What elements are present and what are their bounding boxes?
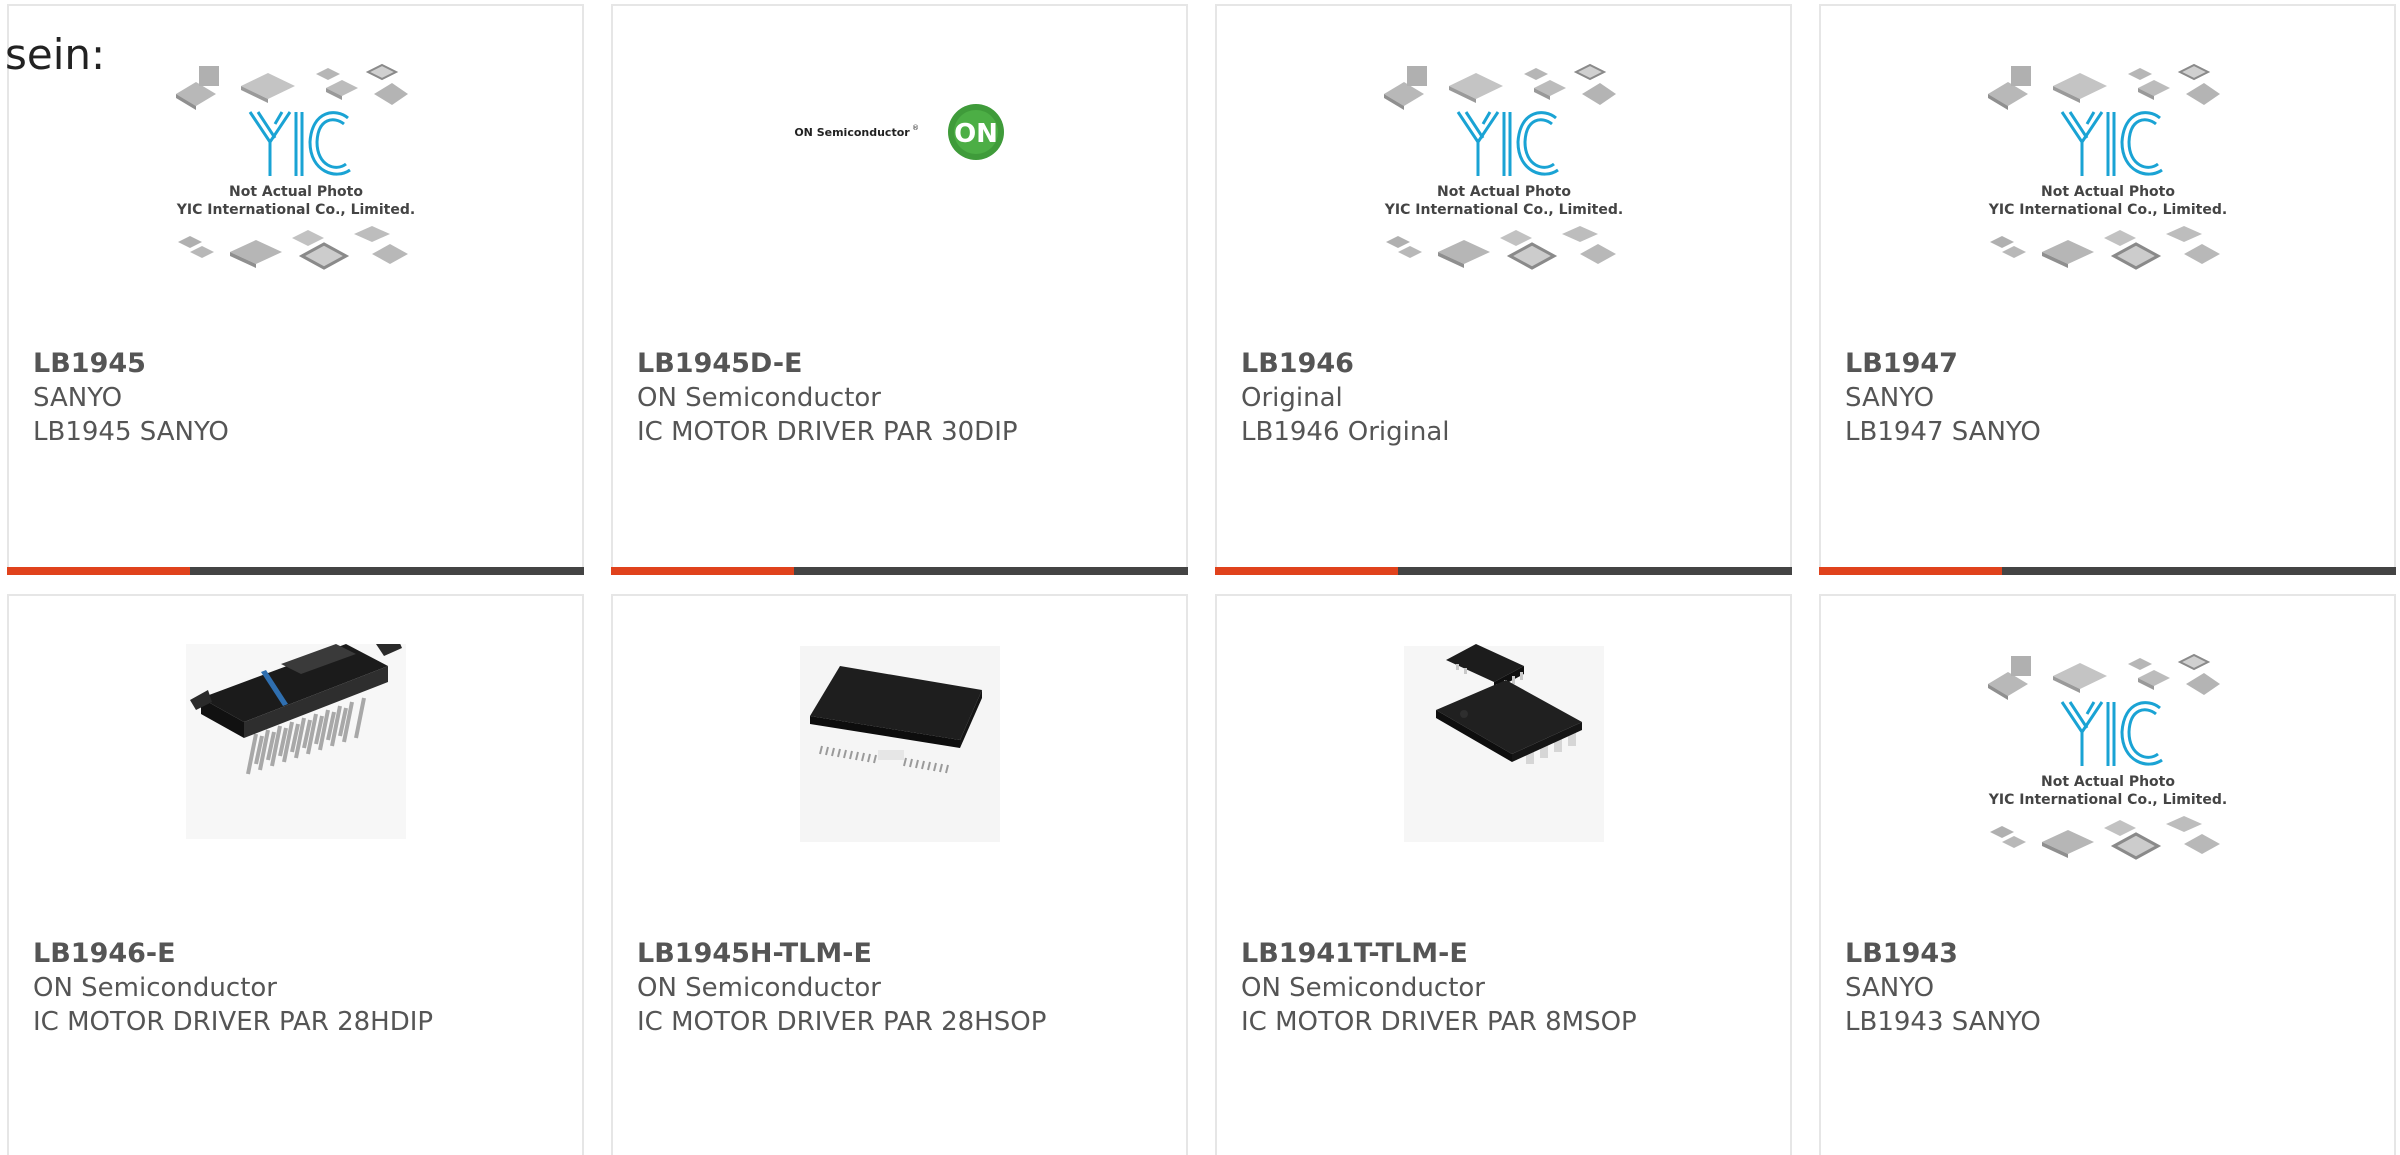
manufacturer: ON Semiconductor [33,973,277,1003]
product-image-placeholder[interactable] [1821,644,2394,934]
description: LB1947 SANYO [1845,417,2041,447]
product-card[interactable]: ON Semiconductor ® ON LB1945D-E ON Semic… [611,4,1188,575]
product-image-on-logo[interactable]: ON Semiconductor ® ON [613,54,1186,344]
card-bottom-bar [611,567,1188,575]
product-image-placeholder[interactable] [1217,54,1790,344]
manufacturer: SANYO [33,383,123,413]
on-badge: ON [954,119,998,149]
description: IC MOTOR DRIVER PAR 30DIP [637,417,1018,447]
manufacturer: ON Semiconductor [1241,973,1485,1003]
intro-text: sein: [5,30,106,79]
description: IC MOTOR DRIVER PAR 8MSOP [1241,1007,1637,1037]
svg-text:®: ® [912,124,919,132]
part-number-link[interactable]: LB1946-E [33,937,572,971]
product-image-hdip[interactable] [9,644,582,934]
product-card[interactable]: LB1947 SANYO LB1947 SANYO [1819,4,2396,575]
manufacturer: ON Semiconductor [637,973,881,1003]
product-card[interactable]: LB1943 SANYO LB1943 SANYO [1819,594,2396,1155]
part-number-link[interactable]: LB1947 [1845,347,2384,381]
product-card[interactable]: LB1946 Original LB1946 Original [1215,4,1792,575]
part-number-link[interactable]: LB1945D-E [637,347,1176,381]
part-number-link[interactable]: LB1943 [1845,937,2384,971]
manufacturer: ON Semiconductor [637,383,881,413]
part-number-link[interactable]: LB1946 [1241,347,1780,381]
card-bottom-bar [1819,567,2396,575]
part-number-link[interactable]: LB1941T-TLM-E [1241,937,1780,971]
product-image-placeholder[interactable] [1821,54,2394,344]
card-bottom-bar [1215,567,1792,575]
product-image-placeholder[interactable] [9,54,582,344]
card-bottom-bar [7,567,584,575]
manufacturer: Original [1241,383,1343,413]
product-image-hsop[interactable] [613,644,1186,934]
product-card[interactable]: LB1941T-TLM-E ON Semiconductor IC MOTOR … [1215,594,1792,1155]
description: IC MOTOR DRIVER PAR 28HSOP [637,1007,1047,1037]
description: IC MOTOR DRIVER PAR 28HDIP [33,1007,434,1037]
product-card[interactable]: LB1946-E ON Semiconductor IC MOTOR DRIVE… [7,594,584,1155]
description: LB1946 Original [1241,417,1450,447]
product-card[interactable]: LB1945 SANYO LB1945 SANYO [7,4,584,575]
manufacturer: SANYO [1845,383,1935,413]
product-image-msop[interactable] [1217,644,1790,934]
product-card[interactable]: LB1945H-TLM-E ON Semiconductor IC MOTOR … [611,594,1188,1155]
on-wordmark: ON Semiconductor [794,126,910,139]
description: LB1943 SANYO [1845,1007,2041,1037]
description: LB1945 SANYO [33,417,229,447]
part-number-link[interactable]: LB1945H-TLM-E [637,937,1176,971]
part-number-link[interactable]: LB1945 [33,347,572,381]
manufacturer: SANYO [1845,973,1935,1003]
